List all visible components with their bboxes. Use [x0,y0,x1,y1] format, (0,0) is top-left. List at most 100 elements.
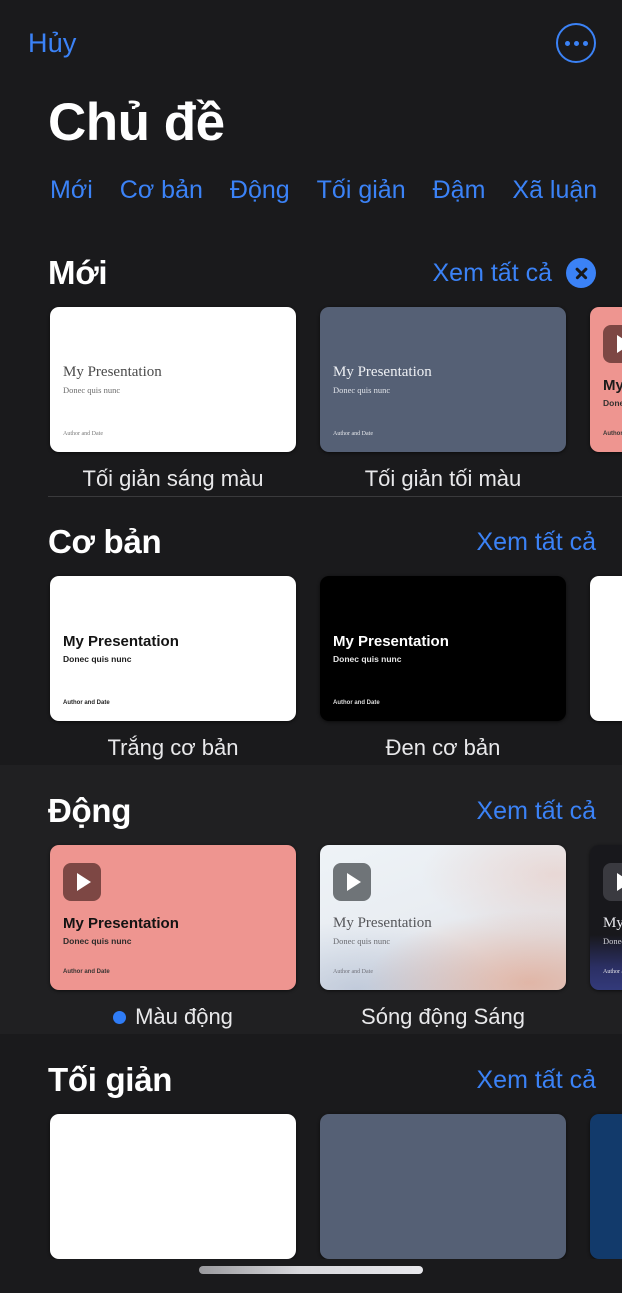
card-row-moi[interactable]: My Presentation Donec quis nunc Author a… [0,301,622,492]
slide-title: My Presentation [333,633,449,651]
selected-indicator-dot [113,1010,127,1024]
section-co-ban: Cơ bản Xem tất cả My Presentation Donec … [0,496,622,765]
more-dot-2 [573,40,579,46]
section-header-co-ban: Cơ bản Xem tất cả [0,496,622,570]
theme-thumbnail[interactable]: My Presentation Donec quis nunc Author a… [590,307,622,453]
slide-subtitle: Donec quis nunc [333,936,391,947]
tab-dam[interactable]: Đậm [433,176,486,205]
play-icon [603,863,622,902]
theme-card[interactable]: My Presentation Donec quis nunc Author a… [50,307,296,492]
theme-thumbnail[interactable]: My Presentation Donec quis nunc Author a… [50,576,296,722]
theme-thumbnail[interactable]: My Presentation Donec quis nunc Author a… [320,307,566,453]
theme-thumbnail[interactable] [50,1114,296,1260]
slide-subtitle: Donec quis nunc [603,936,622,947]
slide-subtitle: Donec quis nunc [63,654,132,665]
section-header-toi-gian: Tối giản Xem tất cả [0,1034,622,1108]
see-all-button-dong[interactable]: Xem tất cả [477,797,597,826]
cancel-button[interactable]: Hủy [28,28,77,59]
slide-title: My Presentation [63,633,179,651]
slide-footer: Author and Date [333,700,380,707]
see-all-button-toi-gian[interactable]: Xem tất cả [477,1066,597,1095]
play-icon [603,325,622,364]
slide-subtitle: Donec quis nunc [333,385,391,396]
more-options-icon[interactable] [556,23,596,63]
caption-text: Sóng động Sáng [361,1004,525,1030]
top-bar: Hủy [0,0,622,86]
theme-caption: Đen cơ bản [320,721,566,761]
slide-title: My Presentation [603,377,622,395]
section-title: Cơ bản [48,523,162,561]
theme-thumbnail[interactable]: My Presentation Donec quis nunc Author a… [320,576,566,722]
caption-text: Tối giản tối màu [364,466,522,492]
theme-card[interactable] [320,1114,566,1260]
section-title: Động [48,792,132,830]
tab-xa-luan[interactable]: Xã luận [512,176,597,205]
tab-moi[interactable]: Mới [50,176,93,205]
theme-thumbnail[interactable]: My Presentation Donec quis nunc Author a… [590,845,622,991]
theme-card[interactable]: My Presentation Donec quis nunc Author a… [320,845,566,1030]
theme-caption [590,721,622,735]
theme-card[interactable]: My Presentation Donec quis nunc Author a… [590,307,622,492]
caption-text: Đen cơ bản [385,735,501,761]
see-all-button-co-ban[interactable]: Xem tất cả [477,528,597,557]
theme-card[interactable]: My Presentation Donec quis nunc Author a… [590,845,622,1030]
card-row-dong[interactable]: My Presentation Donec quis nunc Author a… [0,839,622,1030]
theme-card[interactable]: My Presentation Donec quis nunc Author a… [320,576,566,761]
card-row-toi-gian[interactable] [0,1108,622,1260]
theme-chooser-screen: Hủy Chủ đề Mới Cơ bản Động Tối giản Đậm … [0,0,622,1293]
slide-title: My Presentation [603,915,622,932]
close-icon[interactable] [566,258,596,289]
slide-subtitle: Donec quis nunc [333,654,402,665]
theme-sections: Mới Xem tất cả My Presentation Donec qui… [0,227,622,1263]
category-tabs: Mới Cơ bản Động Tối giản Đậm Xã luận [0,152,622,205]
slide-subtitle: Donec quis nunc [63,385,121,396]
theme-thumbnail[interactable] [320,1114,566,1260]
caption-text: Tối giản sáng màu [82,466,264,492]
theme-thumbnail[interactable]: My Presentation Donec quis nunc Author a… [320,845,566,991]
theme-thumbnail[interactable]: My Presentation Donec quis nunc Author a… [50,845,296,991]
theme-card[interactable] [50,1114,296,1260]
section-title: Tối giản [48,1061,173,1099]
theme-card[interactable] [590,1114,622,1260]
theme-caption: Tối giản sáng màu [50,452,296,492]
tab-toi-gian[interactable]: Tối giản [317,176,406,205]
slide-subtitle: Donec quis nunc [63,936,132,947]
slide-footer: Author and Date [63,700,110,707]
theme-caption: Sóng động Sáng [320,990,566,1030]
theme-thumbnail[interactable] [590,576,622,722]
see-all-button-moi[interactable]: Xem tất cả [433,259,553,288]
slide-title: My Presentation [333,915,432,932]
theme-caption: Màu động [50,990,296,1030]
section-toi-gian: Tối giản Xem tất cả [0,1034,622,1263]
slide-footer: Author and Date [63,969,110,976]
page-title: Chủ đề [48,93,225,152]
slide-footer: Author and Date [333,969,373,976]
slide-footer: Author and Date [603,969,622,976]
slide-title: My Presentation [333,364,432,381]
section-title: Mới [48,254,108,292]
card-row-co-ban[interactable]: My Presentation Donec quis nunc Author a… [0,570,622,761]
tab-co-ban[interactable]: Cơ bản [120,176,203,205]
slide-footer: Author and Date [63,431,103,438]
section-moi: Mới Xem tất cả My Presentation Donec qui… [0,227,622,496]
theme-card[interactable]: My Presentation Donec quis nunc Author a… [50,845,296,1030]
slide-title: My Presentation [63,364,162,381]
caption-text: Trắng cơ bản [107,735,239,761]
theme-thumbnail[interactable] [590,1114,622,1260]
tab-dong[interactable]: Động [230,176,290,205]
theme-caption [590,990,622,1004]
play-icon [333,863,371,902]
theme-caption: Trắng cơ bản [50,721,296,761]
caption-text: Màu động [135,1004,233,1030]
theme-caption: Tối giản tối màu [320,452,566,492]
theme-thumbnail[interactable]: My Presentation Donec quis nunc Author a… [50,307,296,453]
home-indicator[interactable] [199,1266,423,1274]
theme-card[interactable] [590,576,622,761]
section-dong: Động Xem tất cả My Presentation Donec qu… [0,765,622,1035]
play-icon [63,863,101,902]
slide-title: My Presentation [63,915,179,933]
slide-footer: Author and Date [333,431,373,438]
slide-subtitle: Donec quis nunc [603,398,622,409]
theme-card[interactable]: My Presentation Donec quis nunc Author a… [320,307,566,492]
theme-card[interactable]: My Presentation Donec quis nunc Author a… [50,576,296,761]
